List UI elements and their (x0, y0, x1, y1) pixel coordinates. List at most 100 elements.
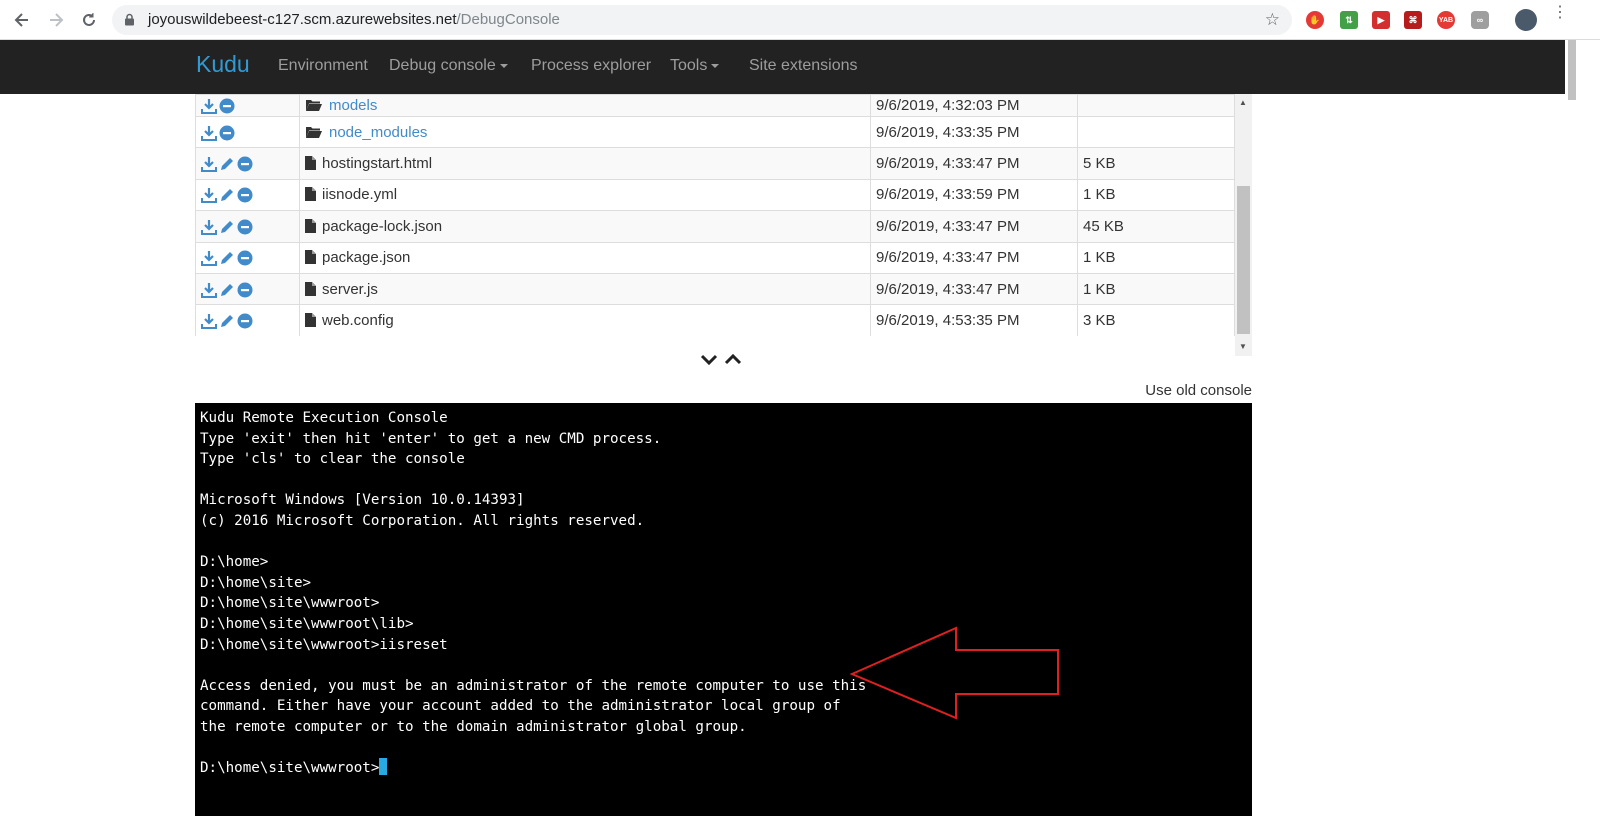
download-icon[interactable] (201, 187, 217, 204)
incognito-extension-icon[interactable]: ∞ (1471, 11, 1489, 29)
scroll-down-arrow-icon[interactable]: ▼ (1239, 342, 1247, 351)
remote-execution-console[interactable]: Kudu Remote Execution Console Type 'exit… (195, 403, 1252, 816)
console-line: D:\home\site\wwwroot\lib> (200, 615, 414, 632)
file-size-cell: 1 KB (1077, 178, 1235, 212)
chevron-down-icon[interactable] (700, 348, 718, 375)
file-name-cell: models (299, 94, 871, 117)
adblock-extension-icon[interactable]: ✋ (1306, 11, 1324, 29)
file-icon (305, 313, 316, 328)
folder-open-icon (306, 126, 322, 138)
file-modified-cell: 9/6/2019, 4:32:03 PM (870, 94, 1078, 117)
download-icon[interactable] (201, 98, 217, 115)
console-output: Kudu Remote Execution Console Type 'exit… (200, 408, 866, 779)
nav-site-extensions[interactable]: Site extensions (749, 57, 858, 75)
edit-pencil-icon[interactable] (219, 313, 235, 329)
nav-debug-console-label: Debug console (389, 57, 496, 74)
pdf-extension-icon[interactable]: ⌘ (1404, 11, 1422, 29)
file-name-cell: server.js (299, 272, 871, 306)
browser-menu-icon[interactable]: ⋮ (1552, 5, 1568, 21)
download-icon[interactable] (201, 250, 217, 267)
file-name: iisnode.yml (322, 186, 398, 204)
download-icon[interactable] (201, 282, 217, 298)
url-host: joyouswildebeest-c127.scm.azurewebsites.… (148, 11, 457, 28)
console-line: D:\home\site\wwwroot>iisreset (200, 636, 448, 653)
chevron-down-icon (711, 63, 720, 68)
file-name[interactable]: models (329, 97, 377, 114)
file-icon (305, 250, 316, 265)
download-icon[interactable] (201, 125, 217, 141)
bookmark-star-icon[interactable]: ☆ (1265, 10, 1280, 30)
file-row: package-lock.json 9/6/2019, 4:33:47 PM 45 … (195, 210, 1235, 243)
file-row: iisnode.yml 9/6/2019, 4:33:59 PM 1 KB (195, 178, 1235, 212)
nav-debug-console[interactable]: Debug console (389, 57, 508, 75)
media-extension-icon[interactable]: ▶ (1372, 11, 1390, 29)
scroll-up-arrow-icon[interactable]: ▲ (1239, 98, 1247, 107)
file-modified-cell: 9/6/2019, 4:33:47 PM (870, 147, 1078, 180)
address-bar[interactable]: joyouswildebeest-c127.scm.azurewebsites.… (112, 5, 1292, 35)
page-scrollbar[interactable] (1565, 40, 1600, 816)
file-name-cell: hostingstart.html (299, 147, 871, 180)
yab-extension-icon[interactable]: YAB (1437, 11, 1455, 29)
console-line: Type 'cls' to clear the console (200, 451, 465, 468)
console-line: Kudu Remote Execution Console (200, 410, 448, 426)
file-icon (305, 218, 316, 233)
file-actions-cell (195, 241, 300, 274)
nav-process-explorer[interactable]: Process explorer (531, 57, 651, 75)
nav-tools-label: Tools (670, 57, 708, 74)
file-size-cell (1077, 94, 1235, 117)
download-icon[interactable] (201, 156, 217, 173)
url-path: /DebugConsole (456, 11, 560, 28)
file-list-scrollbar-thumb[interactable] (1237, 186, 1250, 334)
console-line: Microsoft Windows [Version 10.0.14393] (200, 492, 525, 509)
file-name: hostingstart.html (322, 155, 433, 173)
forward-icon[interactable] (44, 8, 68, 32)
delete-icon[interactable] (219, 98, 235, 114)
edit-pencil-icon[interactable] (219, 250, 235, 266)
back-icon[interactable] (10, 8, 34, 32)
kudu-brand-logo[interactable]: Kudu (196, 51, 250, 78)
delete-icon[interactable] (237, 219, 253, 235)
file-modified-cell: 9/6/2019, 4:33:47 PM (870, 210, 1078, 243)
file-name-cell: web.config (299, 304, 871, 336)
file-list: models 9/6/2019, 4:32:03 PM node_modules 9/… (195, 94, 1235, 336)
reload-icon[interactable] (77, 8, 101, 32)
chevron-up-icon[interactable] (724, 348, 742, 375)
edit-pencil-icon[interactable] (219, 156, 235, 172)
file-name[interactable]: node_modules (329, 124, 427, 141)
lock-icon (124, 13, 135, 31)
delete-icon[interactable] (237, 313, 253, 329)
profile-avatar[interactable] (1515, 9, 1537, 31)
kudu-brand-text: Kudu (196, 51, 250, 77)
kudu-navbar: Kudu Environment Debug console Process e… (0, 40, 1565, 94)
file-name-cell: node_modules (299, 115, 871, 149)
delete-icon[interactable] (237, 250, 253, 266)
use-old-console-link[interactable]: Use old console (1145, 382, 1252, 399)
edit-pencil-icon[interactable] (219, 282, 235, 298)
sheets-extension-icon[interactable]: ⇅ (1340, 11, 1358, 29)
nav-tools[interactable]: Tools (670, 57, 720, 75)
console-line: Type 'exit' then hit 'enter' to get a ne… (200, 430, 662, 447)
delete-icon[interactable] (237, 156, 253, 172)
file-icon (305, 156, 316, 171)
file-list-scrollbar[interactable]: ▲ ▼ (1235, 94, 1252, 356)
file-actions-cell (195, 178, 300, 212)
file-modified-cell: 9/6/2019, 4:33:47 PM (870, 241, 1078, 274)
page-scrollbar-thumb[interactable] (1568, 40, 1576, 100)
nav-environment[interactable]: Environment (278, 57, 368, 75)
delete-icon[interactable] (237, 187, 253, 203)
console-cursor[interactable] (379, 758, 388, 776)
delete-icon[interactable] (237, 282, 253, 298)
console-line: the remote computer or to the domain adm… (200, 718, 747, 735)
file-size-cell (1077, 115, 1235, 149)
file-size-cell: 1 KB (1077, 272, 1235, 306)
delete-icon[interactable] (219, 125, 235, 141)
edit-pencil-icon[interactable] (219, 219, 235, 235)
download-icon[interactable] (201, 313, 217, 330)
edit-pencil-icon[interactable] (219, 187, 235, 203)
folder-open-icon (306, 100, 322, 111)
file-row: web.config 9/6/2019, 4:53:35 PM 3 KB (195, 304, 1235, 336)
file-actions-cell (195, 147, 300, 180)
file-table: models 9/6/2019, 4:32:03 PM node_modules 9/… (195, 94, 1235, 336)
file-row: package.json 9/6/2019, 4:33:47 PM 1 KB (195, 241, 1235, 274)
download-icon[interactable] (201, 219, 217, 235)
